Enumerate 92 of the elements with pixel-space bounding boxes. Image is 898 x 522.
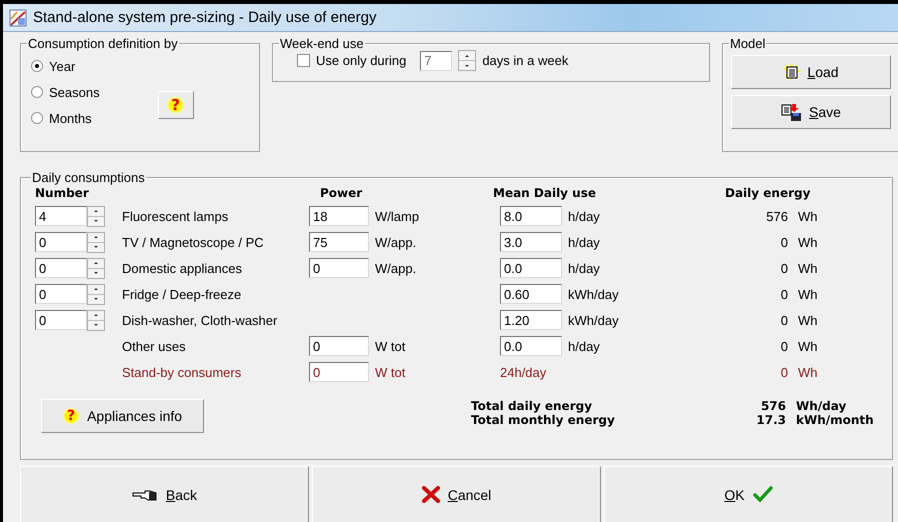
energy-unit: Wh <box>797 286 818 302</box>
total-value: 576 <box>760 399 786 413</box>
load-button[interactable]: Load <box>731 55 891 89</box>
power-field[interactable]: 75 <box>309 232 369 252</box>
group-title: Consumption definition by <box>27 36 179 51</box>
number-field[interactable]: 4 <box>35 206 87 226</box>
help-button[interactable]: ? <box>158 91 194 119</box>
energy-unit: Wh <box>797 260 818 276</box>
energy-value: 0 <box>780 286 788 302</box>
daily-use-field[interactable]: 0.0 <box>500 258 562 278</box>
daily-use-field[interactable]: 3.0 <box>500 232 562 252</box>
total-label: Total daily energy <box>471 399 594 413</box>
checkbox-label: Use only during <box>316 53 406 68</box>
total-label: Total monthly energy <box>471 413 616 427</box>
group-title: Daily consumptions <box>31 170 146 185</box>
ok-button[interactable]: OK <box>604 466 893 522</box>
total-value: 17.3 <box>755 413 786 427</box>
energy-unit: Wh <box>797 208 818 224</box>
daily-use-field[interactable]: 1.20 <box>500 310 562 330</box>
energy-unit: Wh <box>797 312 818 328</box>
cancel-icon <box>422 486 440 503</box>
energy-value: 0 <box>780 364 788 380</box>
power-field[interactable]: 18 <box>309 206 369 226</box>
total-unit: kWh/month <box>795 413 875 427</box>
back-button[interactable]: Back <box>20 466 309 522</box>
document-icon <box>783 63 802 81</box>
radio-button[interactable] <box>31 86 43 98</box>
column-header: Number <box>35 186 90 200</box>
number-field[interactable]: 0 <box>35 258 87 278</box>
appliances-info-button[interactable]: ? Appliances info <box>41 399 204 433</box>
days-label: days in a week <box>482 53 568 68</box>
checkbox[interactable] <box>297 54 310 67</box>
appliance-name: TV / Magnetoscope / PC <box>122 234 265 250</box>
column-header: Daily energy <box>725 186 812 200</box>
energy-value: 0 <box>780 312 788 328</box>
energy-value: 576 <box>765 208 788 224</box>
daily-use-field[interactable]: 8.0 <box>500 206 562 226</box>
total-unit: Wh/day <box>795 399 848 413</box>
save-icon <box>781 103 804 121</box>
window-title: Stand-alone system pre-sizing - Daily use of energy <box>33 9 376 26</box>
energy-value: 0 <box>780 234 788 250</box>
radio-label: Seasons <box>49 84 100 100</box>
checkmark-icon <box>752 486 773 503</box>
daily-use-text: 24h/day <box>500 364 548 380</box>
daily-use-unit: kWh/day <box>568 286 620 302</box>
daily-use-unit: h/day <box>568 208 601 224</box>
spinner[interactable] <box>87 284 105 304</box>
daily-use-unit: h/day <box>568 260 601 276</box>
spinner[interactable] <box>458 50 476 71</box>
radio-button[interactable] <box>31 60 43 72</box>
energy-value: 0 <box>780 338 788 354</box>
number-field[interactable]: 0 <box>35 232 87 252</box>
spinner[interactable] <box>87 310 105 330</box>
daily-use-unit: h/day <box>568 338 601 354</box>
chart-icon <box>9 8 27 26</box>
number-field[interactable]: 0 <box>35 284 87 304</box>
column-header: Power <box>320 186 364 200</box>
spinner[interactable] <box>87 206 105 226</box>
daily-use-field[interactable]: 0.60 <box>500 284 562 304</box>
energy-unit: Wh <box>797 234 818 250</box>
energy-value: 0 <box>780 260 788 276</box>
appliance-name: Stand-by consumers <box>122 364 242 380</box>
power-unit: W/app. <box>375 234 418 250</box>
power-unit: W tot <box>375 338 406 354</box>
spinner[interactable] <box>87 232 105 252</box>
daily-use-unit: kWh/day <box>568 312 620 328</box>
number-field[interactable]: 0 <box>35 310 87 330</box>
energy-unit: Wh <box>797 364 818 380</box>
appliance-name: Dish-washer, Cloth-washer <box>122 312 278 328</box>
column-header: Mean Daily use <box>493 186 598 200</box>
appliance-name: Other uses <box>122 338 187 354</box>
energy-unit: Wh <box>797 338 818 354</box>
power-unit: W/app. <box>375 260 418 276</box>
group-title: Week-end use <box>279 36 365 51</box>
group-title: Model <box>729 36 766 51</box>
pointing-hand-icon <box>132 488 158 502</box>
daily-use-unit: h/day <box>568 234 601 250</box>
radio-button[interactable] <box>31 112 43 124</box>
power-field[interactable]: 0 <box>309 362 369 382</box>
power-unit: W/lamp <box>375 208 420 224</box>
power-field[interactable]: 0 <box>309 258 369 278</box>
appliance-name: Fluorescent lamps <box>122 208 230 224</box>
appliance-name: Fridge / Deep-freeze <box>122 286 242 302</box>
power-unit: W tot <box>375 364 406 380</box>
save-button[interactable]: Save <box>731 95 891 129</box>
power-field[interactable]: 0 <box>309 336 369 356</box>
appliance-name: Domestic appliances <box>122 260 243 276</box>
radio-label: Year <box>49 58 76 74</box>
radio-label: Months <box>49 110 92 126</box>
spinner[interactable] <box>87 258 105 278</box>
cancel-button[interactable]: Cancel <box>312 466 601 522</box>
daily-use-field[interactable]: 0.0 <box>500 336 562 356</box>
